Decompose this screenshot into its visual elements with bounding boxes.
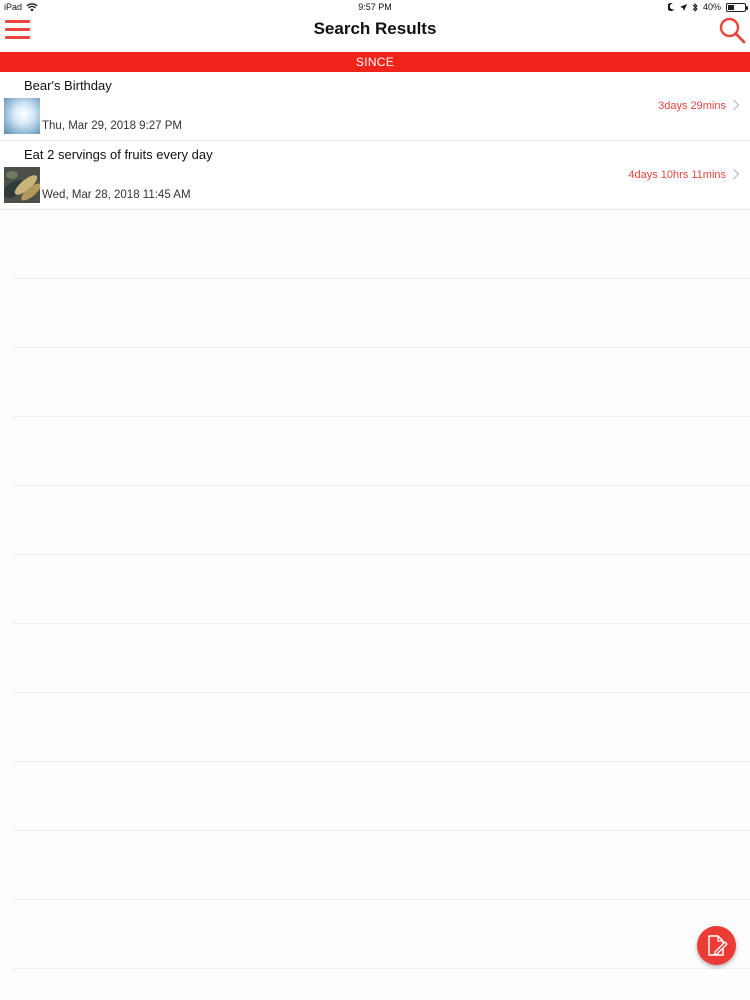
sky-photo-thumbnail — [4, 98, 40, 134]
item-title: Eat 2 servings of fruits every day — [24, 147, 213, 162]
section-header-since: SINCE — [0, 52, 750, 72]
battery-percent: 40% — [702, 2, 721, 12]
nav-bar: Search Results — [0, 14, 750, 52]
empty-row — [12, 624, 750, 693]
item-since-value: 4days 10hrs 11mins — [628, 169, 726, 181]
status-right: 40% — [667, 2, 748, 12]
item-since-value: 3days 29mins — [658, 100, 726, 112]
moon-icon — [667, 3, 675, 11]
empty-row — [12, 417, 750, 486]
empty-row — [12, 279, 750, 348]
chevron-right-icon — [733, 168, 740, 180]
new-entry-button[interactable] — [697, 926, 736, 965]
battery-fill — [728, 4, 735, 10]
empty-row — [12, 555, 750, 624]
empty-row — [12, 762, 750, 831]
results-list: Bear's Birthday Thu, Mar 29, 2018 9:27 P… — [0, 72, 750, 210]
search-icon[interactable] — [718, 16, 746, 44]
bluetooth-icon — [692, 2, 698, 12]
status-bar: iPad 9:57 PM 40% — [0, 0, 750, 14]
fruit-photo-thumbnail — [4, 167, 40, 203]
battery-icon — [726, 2, 748, 12]
status-time: 9:57 PM — [358, 2, 392, 12]
page-title: Search Results — [313, 19, 437, 38]
empty-list-rows — [0, 210, 750, 969]
edit-document-icon — [708, 935, 728, 956]
item-date: Thu, Mar 29, 2018 9:27 PM — [42, 120, 182, 132]
item-title: Bear's Birthday — [24, 78, 112, 93]
empty-row — [12, 210, 750, 279]
list-item[interactable]: Eat 2 servings of fruits every day Wed, … — [0, 141, 750, 210]
empty-row — [12, 348, 750, 417]
item-date: Wed, Mar 28, 2018 11:45 AM — [42, 189, 191, 201]
chevron-right-icon — [733, 99, 740, 111]
list-item[interactable]: Bear's Birthday Thu, Mar 29, 2018 9:27 P… — [0, 72, 750, 141]
empty-row — [12, 486, 750, 555]
empty-row — [12, 831, 750, 900]
empty-row — [12, 693, 750, 762]
location-arrow-icon — [679, 3, 687, 11]
empty-row — [12, 900, 750, 969]
